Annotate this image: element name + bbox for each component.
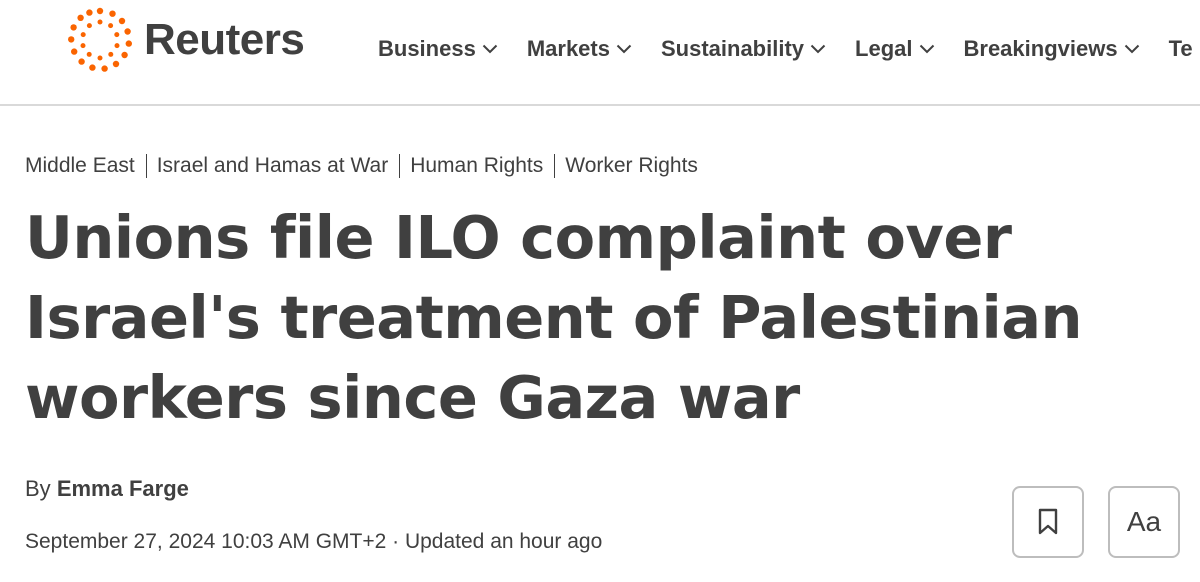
nav-item-label: Te xyxy=(1168,36,1193,61)
nav-item-technology-truncated[interactable]: Te xyxy=(1169,36,1193,62)
breadcrumb-human-rights[interactable]: Human Rights xyxy=(410,154,543,178)
byline-prefix: By xyxy=(25,476,51,501)
breadcrumb-middle-east[interactable]: Middle East xyxy=(25,154,135,178)
nav-item-label: Sustainability xyxy=(660,36,805,61)
article-headline: Unions file ILO complaint over Israel's … xyxy=(25,203,1083,432)
article-dateline: September 27, 2024 10:03 AM GMT+2 · Upda… xyxy=(25,530,603,553)
nav-item-markets[interactable]: Markets xyxy=(527,36,632,62)
breadcrumb-worker-rights[interactable]: Worker Rights xyxy=(565,154,698,178)
chevron-down-icon xyxy=(919,44,934,54)
reuters-logo[interactable]: Reuters xyxy=(66,6,305,74)
nav-item-label: Markets xyxy=(526,36,610,61)
nav-item-breakingviews[interactable]: Breakingviews xyxy=(964,36,1140,62)
breadcrumb-divider xyxy=(399,154,401,178)
chevron-down-icon xyxy=(810,44,826,54)
chevron-down-icon xyxy=(1124,44,1139,54)
nav-item-label: Legal xyxy=(855,36,913,61)
nav-item-label: Business xyxy=(378,36,476,61)
nav-item-label: Breakingviews xyxy=(963,36,1118,61)
text-size-label: Aa xyxy=(1126,506,1162,537)
breadcrumb-divider xyxy=(554,154,556,178)
main-nav: Business Markets Sustainability Legal Br… xyxy=(378,36,1193,62)
chevron-down-icon xyxy=(482,44,498,54)
author-link[interactable]: Emma Farge xyxy=(57,476,189,501)
byline: By Emma Farge xyxy=(25,476,189,502)
breadcrumb: Middle East Israel and Hamas at War Huma… xyxy=(25,154,698,178)
chevron-down-icon xyxy=(616,44,632,54)
nav-item-legal[interactable]: Legal xyxy=(855,36,934,62)
reuters-dot-circle-icon xyxy=(68,7,132,72)
bookmark-icon xyxy=(1038,508,1058,535)
bookmark-button[interactable] xyxy=(1012,486,1084,558)
breadcrumb-israel-hamas-war[interactable]: Israel and Hamas at War xyxy=(157,154,388,178)
nav-item-business[interactable]: Business xyxy=(378,36,498,62)
site-header: Reuters Business Markets Sustainability … xyxy=(0,0,1200,106)
breadcrumb-divider xyxy=(145,154,147,178)
nav-item-sustainability[interactable]: Sustainability xyxy=(661,36,826,62)
text-size-button[interactable]: Aa xyxy=(1108,486,1180,558)
brand-name: Reuters xyxy=(144,15,305,64)
